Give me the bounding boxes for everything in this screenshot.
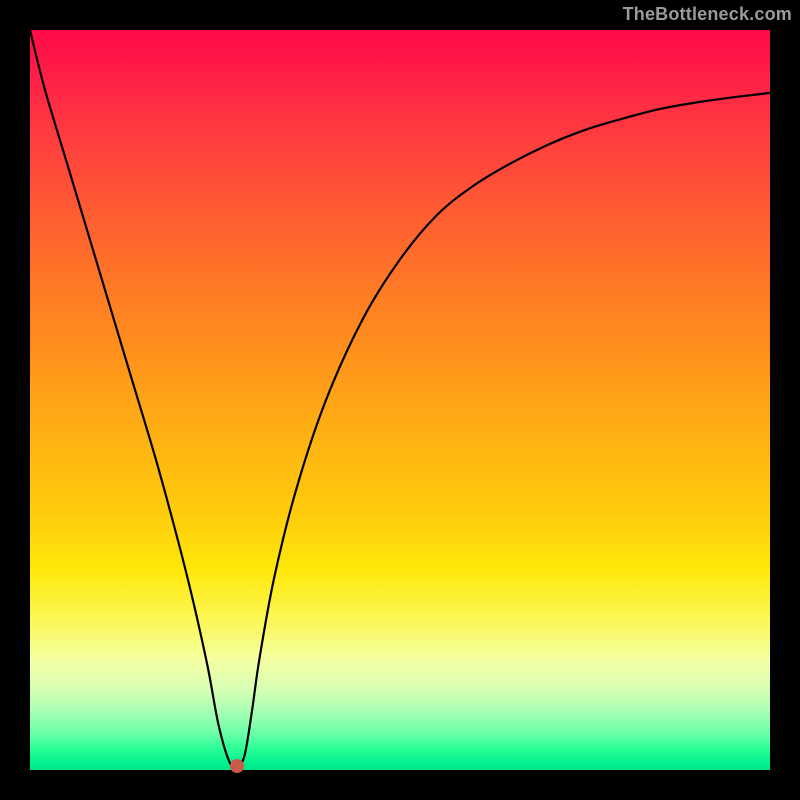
watermark-text: TheBottleneck.com — [623, 4, 792, 25]
bottleneck-curve — [30, 30, 770, 767]
chart-frame: TheBottleneck.com — [0, 0, 800, 800]
marker-dot — [230, 759, 244, 773]
plot-area — [30, 30, 770, 770]
curve-svg — [30, 30, 770, 770]
